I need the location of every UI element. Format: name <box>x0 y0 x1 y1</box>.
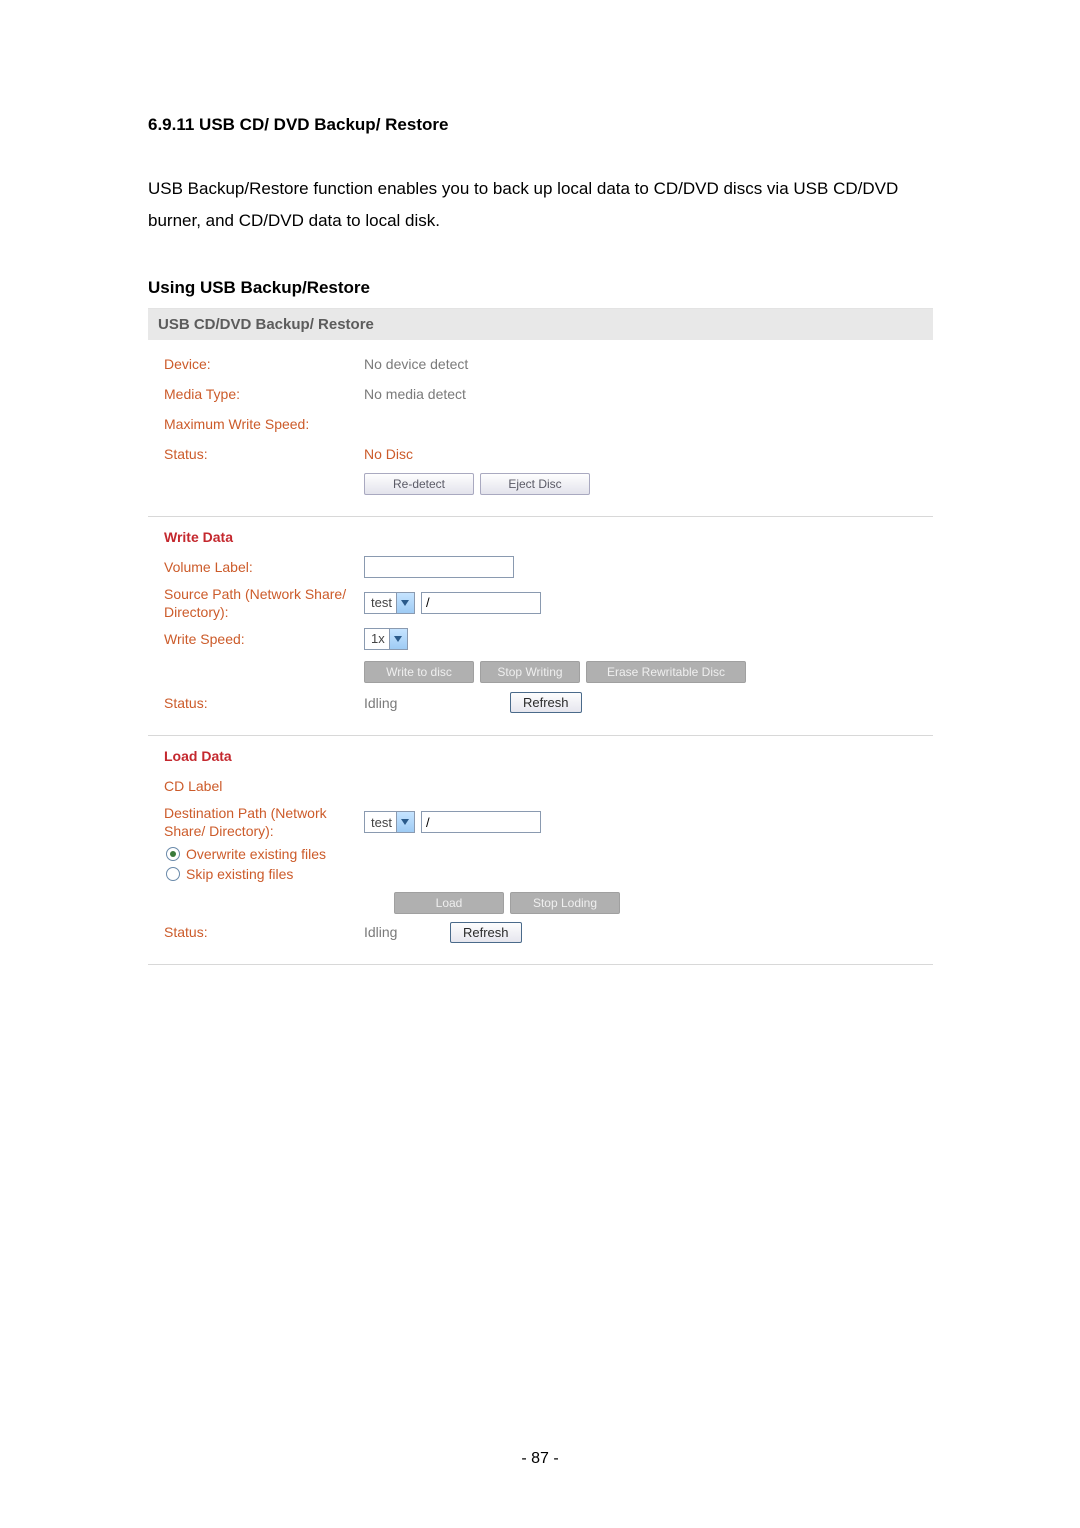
doc-body: USB Backup/Restore function enables you … <box>148 173 932 238</box>
load-status-label: Status: <box>164 923 364 941</box>
load-refresh-button[interactable]: Refresh <box>450 922 522 943</box>
page-number: - 87 - <box>0 1450 1080 1468</box>
skip-radio-row[interactable]: Skip existing files <box>164 866 917 882</box>
backup-panel: USB CD/DVD Backup/ Restore Device: No de… <box>148 308 933 966</box>
chevron-down-icon <box>389 629 407 649</box>
source-path-label: Source Path (Network Share/ Directory): <box>164 585 364 621</box>
write-status-label: Status: <box>164 694 364 712</box>
write-section: Write Data Volume Label: Source Path (Ne… <box>148 517 933 736</box>
destination-path-select-value: test <box>365 815 396 830</box>
info-section: Device: No device detect Media Type: No … <box>148 340 933 517</box>
radio-unselected-icon <box>166 867 180 881</box>
status-label: Status: <box>164 445 364 463</box>
load-data-title: Load Data <box>164 748 917 764</box>
doc-heading: 6.9.11 USB CD/ DVD Backup/ Restore <box>148 115 932 135</box>
write-speed-label: Write Speed: <box>164 630 364 648</box>
stop-loading-button[interactable]: Stop Loding <box>510 892 620 914</box>
panel-title: USB CD/DVD Backup/ Restore <box>148 309 933 340</box>
volume-label-label: Volume Label: <box>164 558 364 576</box>
max-write-speed-label: Maximum Write Speed: <box>164 415 364 433</box>
device-label: Device: <box>164 355 364 373</box>
write-speed-select-value: 1x <box>365 631 389 646</box>
overwrite-radio-row[interactable]: Overwrite existing files <box>164 846 917 862</box>
device-value: No device detect <box>364 356 917 372</box>
write-to-disc-button[interactable]: Write to disc <box>364 661 474 683</box>
status-value: No Disc <box>364 446 917 462</box>
chevron-down-icon <box>396 812 414 832</box>
write-data-title: Write Data <box>164 529 917 545</box>
cd-label-label: CD Label <box>164 777 364 795</box>
destination-path-select[interactable]: test <box>364 811 415 833</box>
media-type-label: Media Type: <box>164 385 364 403</box>
media-type-value: No media detect <box>364 386 917 402</box>
load-status-value: Idling <box>364 924 444 940</box>
erase-rewritable-disc-button[interactable]: Erase Rewritable Disc <box>586 661 746 683</box>
source-path-select[interactable]: test <box>364 592 415 614</box>
skip-option-label: Skip existing files <box>186 866 293 882</box>
source-path-input[interactable] <box>421 592 541 614</box>
destination-path-label: Destination Path (Network Share/ Directo… <box>164 804 364 840</box>
load-section: Load Data CD Label Destination Path (Net… <box>148 736 933 965</box>
stop-writing-button[interactable]: Stop Writing <box>480 661 580 683</box>
overwrite-option-label: Overwrite existing files <box>186 846 326 862</box>
write-refresh-button[interactable]: Refresh <box>510 692 582 713</box>
radio-selected-icon <box>166 847 180 861</box>
source-path-select-value: test <box>365 595 396 610</box>
volume-label-input[interactable] <box>364 556 514 578</box>
eject-disc-button[interactable]: Eject Disc <box>480 473 590 495</box>
doc-subheading: Using USB Backup/Restore <box>148 278 932 298</box>
load-button[interactable]: Load <box>394 892 504 914</box>
destination-path-input[interactable] <box>421 811 541 833</box>
write-status-value: Idling <box>364 695 504 711</box>
chevron-down-icon <box>396 593 414 613</box>
write-speed-select[interactable]: 1x <box>364 628 408 650</box>
redetect-button[interactable]: Re-detect <box>364 473 474 495</box>
